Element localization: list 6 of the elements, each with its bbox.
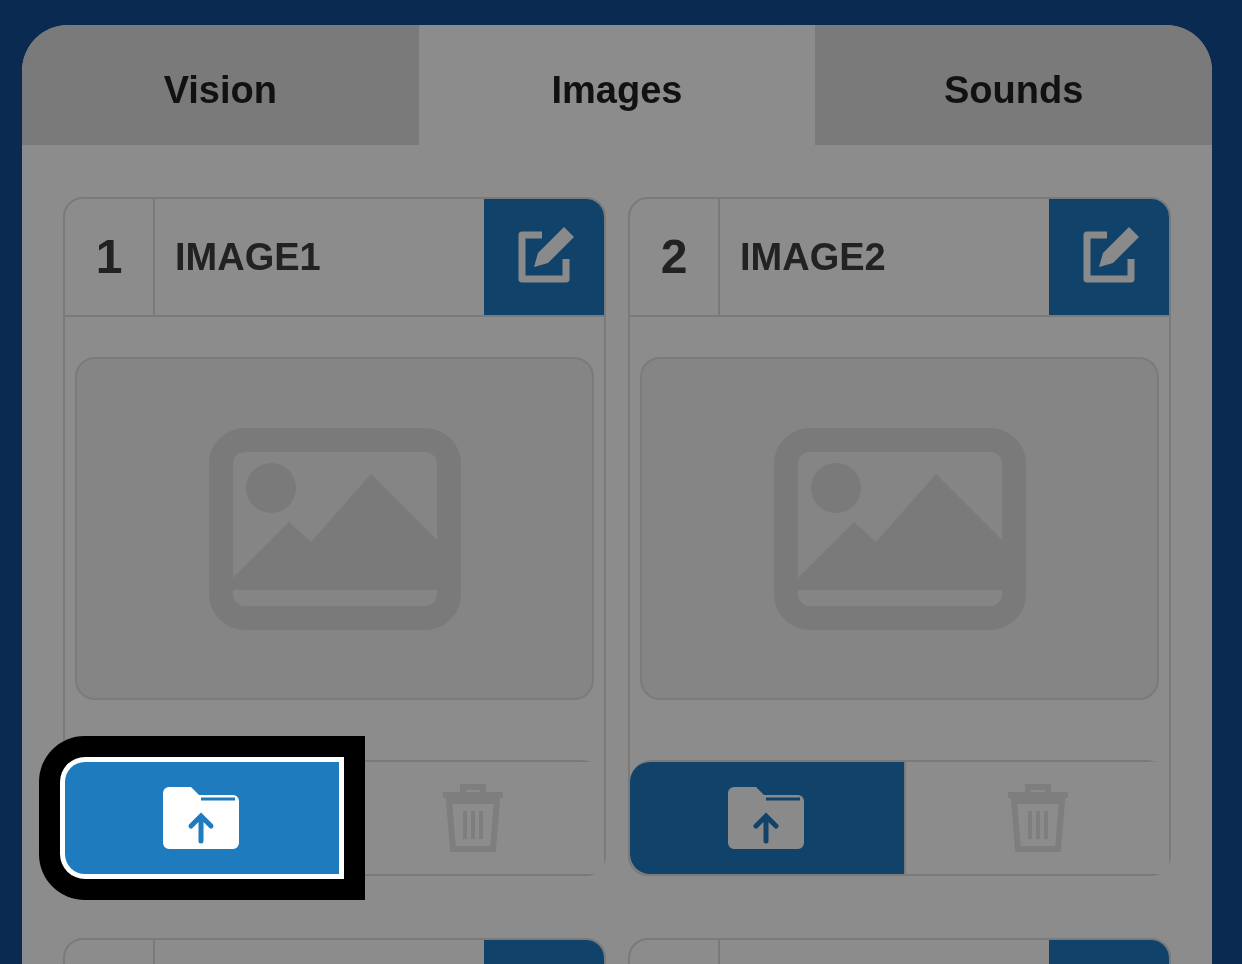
tab[interactable]: Vision xyxy=(22,25,419,145)
image-number: 2 xyxy=(630,199,720,315)
image-name: IMAGE2 xyxy=(739,234,887,280)
image-number: 1 xyxy=(65,199,155,315)
image-name: IMAGE1 xyxy=(174,234,322,280)
tab[interactable]: Sounds xyxy=(815,25,1212,145)
